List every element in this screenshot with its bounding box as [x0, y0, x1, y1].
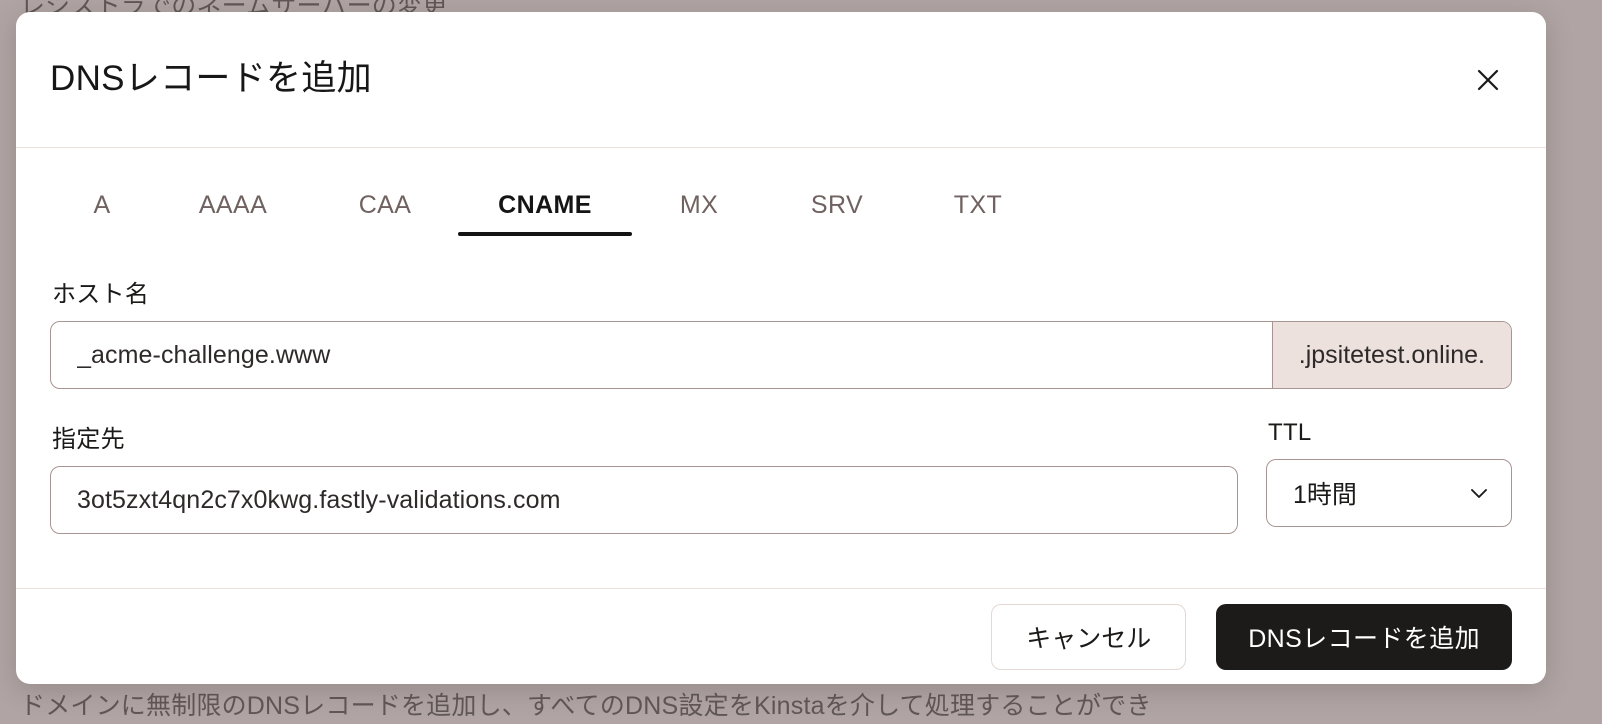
ttl-field-group: TTL 1時間 — [1266, 419, 1512, 527]
destination-label: 指定先 — [52, 426, 125, 453]
tab-a[interactable]: A — [50, 191, 154, 236]
record-type-tablist: A AAAA CAA CNAME MX SRV TXT — [50, 148, 1512, 236]
dialog-title: DNSレコードを追加 — [50, 59, 372, 99]
chevron-down-icon — [1467, 481, 1491, 505]
tab-caa[interactable]: CAA — [312, 191, 458, 236]
tab-srv[interactable]: SRV — [766, 191, 908, 236]
hostname-input[interactable] — [51, 322, 1272, 388]
tab-srv-label: SRV — [810, 191, 864, 219]
hostname-domain-suffix: .jpsitetest.online. — [1271, 322, 1511, 388]
destination-field-group: 指定先 — [50, 419, 1238, 534]
hostname-label: ホスト名 — [52, 281, 150, 308]
dialog-body: A AAAA CAA CNAME MX SRV TXT ホスト名 _acme-c… — [16, 148, 1546, 588]
tab-mx-label: MX — [679, 191, 719, 219]
ttl-selected-value: 1時間 — [1293, 481, 1357, 509]
dialog-footer: キャンセル DNSレコードを追加 — [16, 588, 1546, 684]
close-icon — [1475, 67, 1501, 93]
dialog-header: DNSレコードを追加 — [16, 12, 1546, 148]
backdrop-body-text: ドメインに無制限のDNSレコードを追加し、すべてのDNS設定をKinstaを介し… — [20, 692, 1152, 720]
destination-input-shell — [50, 466, 1238, 534]
tab-aaaa-label: AAAA — [198, 191, 268, 219]
tab-txt[interactable]: TXT — [908, 191, 1048, 236]
ttl-select[interactable]: 1時間 — [1266, 459, 1512, 527]
add-dns-record-button[interactable]: DNSレコードを追加 — [1216, 603, 1512, 670]
cancel-button[interactable]: キャンセル — [991, 603, 1187, 670]
add-dns-record-dialog: DNSレコードを追加 A AAAA CAA CNAME MX SRV TXT ホ… — [16, 12, 1546, 684]
hostname-field-group: ホスト名 .jpsitetest.online. — [50, 274, 1512, 389]
tab-txt-label: TXT — [953, 191, 1003, 219]
hostname-input-shell: .jpsitetest.online. — [50, 321, 1512, 389]
ttl-label: TTL — [1268, 419, 1312, 446]
tab-aaaa[interactable]: AAAA — [154, 191, 312, 236]
destination-ttl-row: 指定先 TTL 1時間 — [50, 419, 1512, 534]
tab-cname[interactable]: CNAME — [458, 191, 632, 236]
tab-caa-label: CAA — [358, 191, 412, 219]
tab-a-label: A — [93, 191, 111, 219]
close-button[interactable] — [1466, 58, 1510, 102]
tab-mx[interactable]: MX — [632, 191, 766, 236]
tab-cname-label: CNAME — [498, 191, 592, 219]
destination-input[interactable] — [51, 467, 1237, 533]
